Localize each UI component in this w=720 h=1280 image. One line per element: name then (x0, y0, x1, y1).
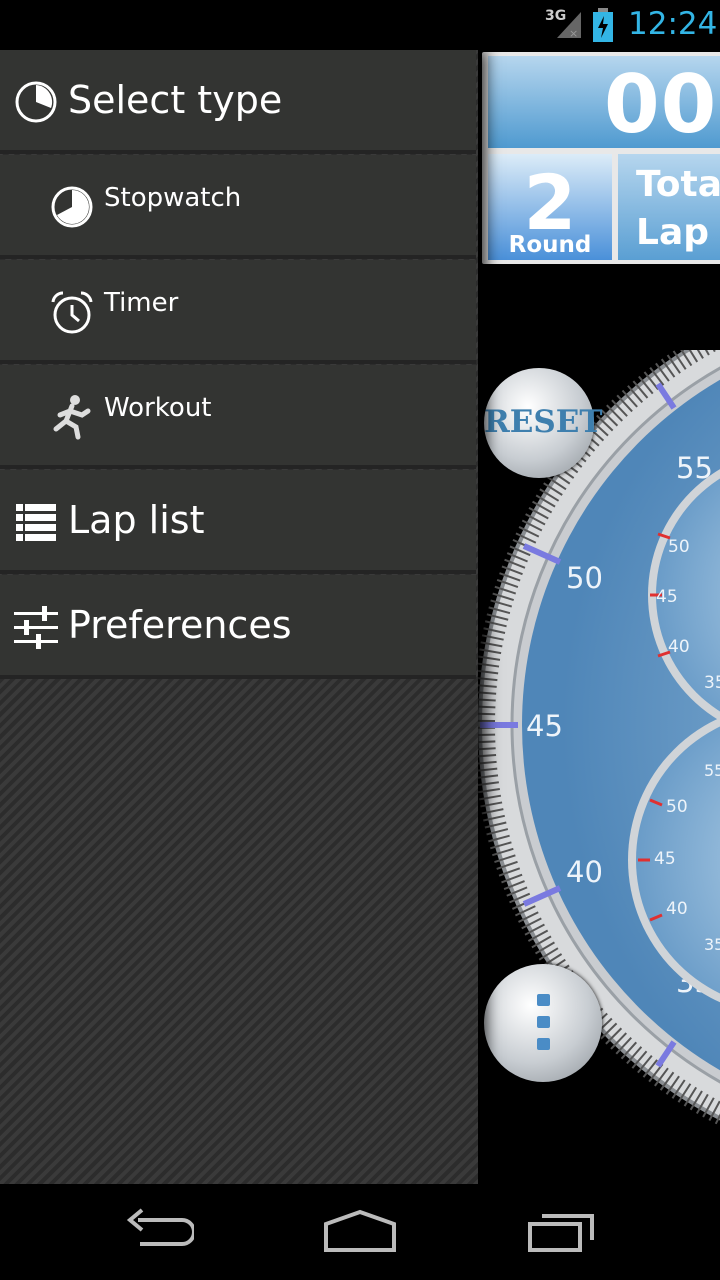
battery-icon (593, 8, 613, 42)
svg-text:35: 35 (704, 673, 720, 693)
clock-icon (15, 81, 57, 123)
svg-text:40: 40 (668, 637, 690, 657)
svg-text:×: × (569, 27, 578, 40)
menu-label: Timer (104, 288, 179, 318)
menu-item-preferences[interactable]: Preferences (0, 575, 476, 679)
time-display-text: 00: (604, 58, 720, 151)
svg-text:45: 45 (656, 587, 678, 607)
clock-time: 12:24 (628, 6, 718, 42)
svg-text:40: 40 (666, 899, 688, 919)
menu-label: Stopwatch (104, 183, 242, 213)
lap-label: Lap T (636, 212, 720, 253)
dial-number: 40 (566, 855, 603, 889)
dial-number: 50 (566, 561, 603, 595)
menu-item-workout[interactable]: Workout (0, 365, 476, 469)
svg-text:35: 35 (704, 935, 720, 954)
menu-label: Lap list (68, 498, 205, 542)
dial-number: 45 (526, 709, 563, 743)
alarm-clock-icon (51, 291, 93, 334)
menu-label: Preferences (68, 603, 292, 647)
runner-icon (53, 395, 91, 440)
home-icon[interactable] (322, 1206, 398, 1256)
total-lap-display: Total Lap T (618, 154, 720, 260)
lcd-panel: 00: 2 Round Total Lap T (482, 52, 720, 264)
menu-item-timer[interactable]: Timer (0, 260, 476, 364)
menu-item-stopwatch[interactable]: Stopwatch (0, 155, 476, 259)
svg-text:55: 55 (704, 761, 720, 780)
dot-icon (537, 1016, 550, 1028)
dot-icon (537, 1038, 550, 1050)
round-label: Round (508, 232, 592, 258)
navigation-drawer: Select type Stopwatch Timer Workout Lap … (0, 50, 478, 1184)
svg-text:50: 50 (668, 537, 690, 557)
menu-label: Select type (68, 78, 283, 122)
status-bar: 3G × 12:24 (0, 0, 720, 50)
reset-label: RESET (484, 404, 603, 440)
reset-button[interactable]: RESET (484, 368, 603, 478)
list-icon (16, 504, 56, 541)
total-label: Total (636, 164, 720, 205)
system-nav-bar (0, 1184, 720, 1280)
menu-item-select-type[interactable]: Select type (0, 50, 476, 154)
dot-icon (537, 994, 550, 1006)
svg-text:50: 50 (666, 797, 688, 817)
svg-text:45: 45 (654, 849, 676, 869)
stopwatch-icon (51, 186, 93, 228)
sliders-icon (14, 606, 58, 649)
time-display: 00: (488, 56, 720, 151)
back-icon[interactable] (124, 1206, 194, 1256)
menu-label: Workout (104, 393, 212, 423)
more-options-button[interactable] (484, 964, 602, 1082)
round-counter: 2 Round (488, 154, 612, 260)
stopwatch-app: 00: 2 Round Total Lap T (478, 50, 720, 1184)
menu-item-lap-list[interactable]: Lap list (0, 470, 476, 574)
recents-icon[interactable] (526, 1206, 598, 1256)
signal-icon: × (557, 12, 581, 40)
